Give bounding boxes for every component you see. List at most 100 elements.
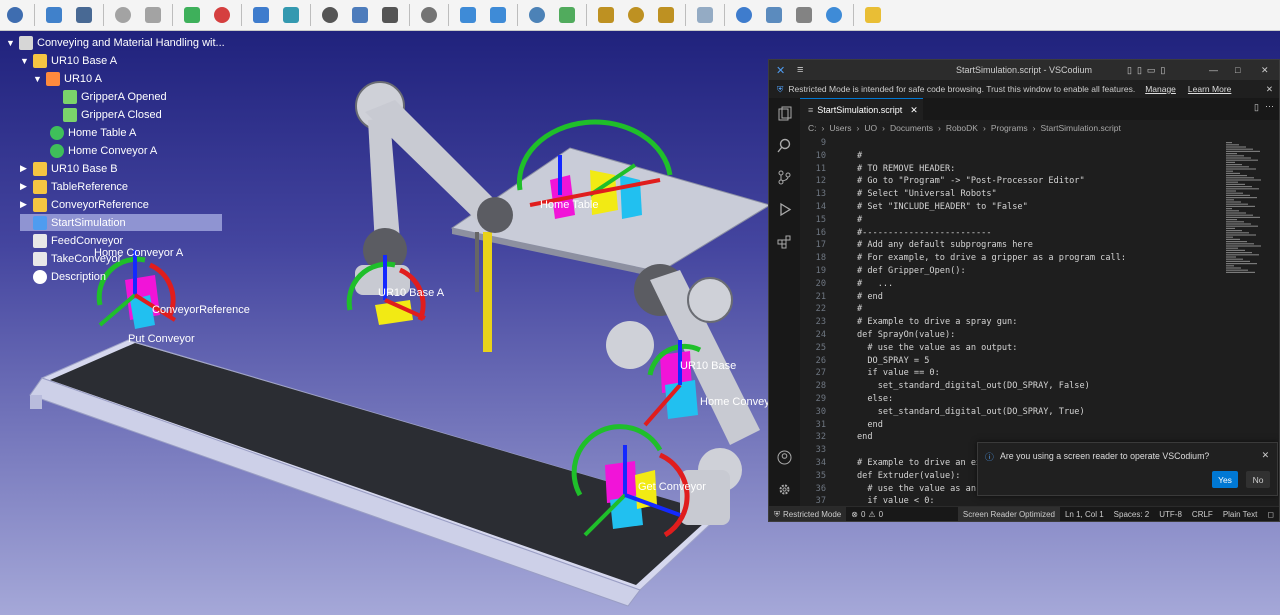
gear-icon[interactable]	[777, 482, 792, 497]
banner-manage-link[interactable]: Manage	[1145, 84, 1176, 94]
code-line[interactable]: # ...	[857, 279, 893, 289]
code-line[interactable]: DO_SPRAY = 5	[857, 356, 929, 366]
expand-right-icon[interactable]: ▶	[20, 181, 30, 192]
label-get-conveyor[interactable]: Get Conveyor	[638, 481, 706, 493]
status-spaces[interactable]: Spaces: 2	[1109, 507, 1155, 521]
move-object-icon[interactable]	[375, 0, 405, 30]
code-line[interactable]: if value == 0:	[857, 368, 939, 378]
expand-right-icon[interactable]: ▶	[20, 163, 30, 174]
run-simulation-icon[interactable]	[453, 0, 483, 30]
status-language[interactable]: Plain Text	[1218, 507, 1263, 521]
status-position[interactable]: Ln 1, Col 1	[1060, 507, 1109, 521]
breadcrumb-item[interactable]: Users	[829, 123, 851, 133]
code-line[interactable]: # Set "INCLUDE_HEADER" to "False"	[857, 202, 1028, 212]
explorer-icon[interactable]	[777, 106, 792, 121]
code-line[interactable]: set_standard_digital_out(DO_SPRAY, False…	[857, 381, 1090, 391]
tree-item[interactable]: ▶ TableReference	[20, 178, 128, 195]
tab-startsimulation[interactable]: ≡ StartSimulation.script ✕	[800, 98, 923, 121]
tree-item[interactable]: GripperA Opened	[50, 88, 167, 105]
tree-item[interactable]: ▼ UR10 A	[33, 70, 102, 87]
select-icon[interactable]	[315, 0, 345, 30]
code-line[interactable]: # Select "Universal Robots"	[857, 189, 997, 199]
status-encoding[interactable]: UTF-8	[1154, 507, 1187, 521]
tree-item[interactable]: StartSimulation	[20, 214, 222, 231]
add-joint-move-icon[interactable]	[591, 0, 621, 30]
code-line[interactable]: else:	[857, 394, 893, 404]
minimize-button[interactable]: —	[1209, 65, 1218, 75]
info-icon[interactable]	[729, 0, 759, 30]
code-line[interactable]: # Go to "Program" -> "Post-Processor Edi…	[857, 176, 1085, 186]
status-screen-reader[interactable]: Screen Reader Optimized	[957, 507, 1060, 521]
breadcrumb-item[interactable]: StartSimulation.script	[1041, 123, 1121, 133]
expand-down-icon[interactable]: ▼	[20, 56, 30, 66]
label-put-conveyor[interactable]: Put Conveyor	[128, 333, 195, 345]
code-line[interactable]: # Add any default subprograms here	[857, 240, 1033, 250]
tree-item[interactable]: FeedConveyor	[20, 232, 123, 249]
settings-list-icon[interactable]	[759, 0, 789, 30]
status-eol[interactable]: CRLF	[1187, 507, 1218, 521]
tree-item[interactable]: GripperA Closed	[50, 106, 162, 123]
close-button[interactable]: ✕	[1261, 65, 1269, 76]
python-icon[interactable]	[522, 0, 552, 30]
source-control-icon[interactable]	[777, 170, 792, 185]
code-line[interactable]: def Extruder(value):	[857, 471, 960, 481]
undo-icon[interactable]	[108, 0, 138, 30]
breadcrumb-item[interactable]: Programs	[991, 123, 1028, 133]
tab-close-icon[interactable]: ✕	[910, 105, 918, 116]
code-line[interactable]: #	[857, 151, 862, 161]
label-ur10-base-b[interactable]: UR10 Base	[680, 360, 736, 372]
banner-close-icon[interactable]: ✕	[1266, 84, 1273, 95]
banner-learn-more-link[interactable]: Learn More	[1188, 84, 1231, 94]
split-editor-icon[interactable]: ▯	[1254, 102, 1259, 113]
tree-item[interactable]: TakeConveyor	[20, 250, 121, 267]
code-line[interactable]: # Example to drive an ex	[857, 458, 981, 468]
status-problems[interactable]: ⊗ 0 ⚠ 0	[846, 507, 888, 521]
code-line[interactable]: # TO REMOVE HEADER:	[857, 164, 955, 174]
maximize-button[interactable]: □	[1235, 65, 1240, 75]
refresh-icon[interactable]	[819, 0, 849, 30]
new-station-icon[interactable]	[0, 0, 30, 30]
tree-item[interactable]: ▶ UR10 Base B	[20, 160, 118, 177]
save-icon[interactable]	[69, 0, 99, 30]
layout-icons[interactable]: ▯▯▭▯	[1127, 65, 1170, 76]
code-line[interactable]: # def Gripper_Open():	[857, 266, 966, 276]
code-line[interactable]: #	[857, 215, 862, 225]
code-line[interactable]: end	[857, 432, 873, 442]
code-line[interactable]: # end	[857, 292, 883, 302]
code-line[interactable]: if value < 0:	[857, 496, 934, 506]
package-icon[interactable]	[858, 0, 888, 30]
open-icon[interactable]	[39, 0, 69, 30]
add-circular-move-icon[interactable]	[651, 0, 681, 30]
code-line[interactable]: end	[857, 420, 883, 430]
io-icon[interactable]	[789, 0, 819, 30]
code-line[interactable]: #-------------------------	[857, 228, 992, 238]
pause-instruction-icon[interactable]	[690, 0, 720, 30]
code-line[interactable]: #	[857, 304, 862, 314]
add-program-icon[interactable]	[552, 0, 582, 30]
code-line[interactable]: # For example, to drive a gripper as a p…	[857, 253, 1126, 263]
breadcrumb-item[interactable]: Documents	[890, 123, 933, 133]
label-home-table[interactable]: Home Table	[540, 199, 599, 211]
tree-item[interactable]: ▶ ConveyorReference	[20, 196, 149, 213]
status-restricted-mode[interactable]: ⛨ Restricted Mode	[769, 507, 847, 521]
notification-close-icon[interactable]: ✕	[1262, 450, 1269, 461]
pause-simulation-icon[interactable]	[483, 0, 513, 30]
label-ur10-base-a[interactable]: UR10 Base A	[378, 287, 445, 299]
code-line[interactable]: # Example to drive a spray gun:	[857, 317, 1017, 327]
expand-right-icon[interactable]: ▶	[20, 199, 30, 210]
extensions-icon[interactable]	[777, 234, 792, 249]
add-reference-frame-icon[interactable]	[177, 0, 207, 30]
tree-item[interactable]: Description	[20, 268, 106, 285]
add-linear-move-icon[interactable]	[621, 0, 651, 30]
expand-down-icon[interactable]: ▼	[6, 38, 16, 48]
label-conveyor-reference[interactable]: ConveyorReference	[152, 304, 250, 316]
breadcrumb-item[interactable]: RoboDK	[946, 123, 978, 133]
breadcrumb-item[interactable]: UO	[864, 123, 877, 133]
run-debug-icon[interactable]	[777, 202, 792, 217]
add-target-icon[interactable]	[207, 0, 237, 30]
notifications-bell-icon[interactable]: ◻	[1262, 507, 1279, 521]
fit-all-icon[interactable]	[246, 0, 276, 30]
account-icon[interactable]	[777, 450, 792, 465]
code-line[interactable]: # use the value as an	[857, 484, 976, 494]
no-button[interactable]: No	[1246, 471, 1270, 488]
